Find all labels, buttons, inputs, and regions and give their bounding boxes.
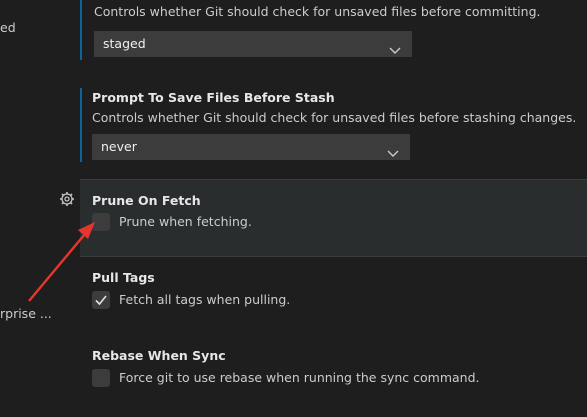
annotation-arrow: [28, 222, 95, 302]
